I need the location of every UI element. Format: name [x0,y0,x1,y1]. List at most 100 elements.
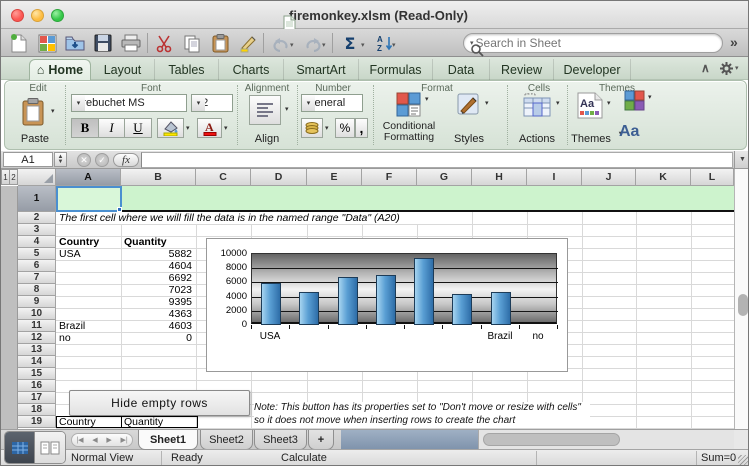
column-header-L[interactable]: L [691,169,734,186]
sheet-tab-sheet1[interactable]: Sheet1 [138,430,198,450]
autosum-icon[interactable]: Σ [338,32,362,54]
search-field[interactable]: ▾ [463,33,723,53]
new-icon[interactable] [7,32,31,54]
font-name-select[interactable]: Trebuchet MS▾ [71,94,187,112]
normal-view-button[interactable] [5,432,35,463]
resize-grip[interactable] [738,455,748,465]
row-header-19[interactable]: 19 [18,416,56,428]
vertical-scrollbar-thumb[interactable] [738,294,748,316]
active-cell-a1[interactable] [56,186,122,212]
theme-colors-dropdown-arrow[interactable]: ▾ [648,93,652,101]
column-header-E[interactable]: E [307,169,362,186]
themes-dropdown-arrow[interactable]: ▾ [607,99,611,107]
theme-colors-icon[interactable] [623,89,645,111]
row-header-13[interactable]: 13 [18,344,56,356]
cut-icon[interactable] [152,32,176,54]
paste-dropdown-arrow[interactable]: ▾ [51,107,55,115]
search-input[interactable] [474,35,684,51]
open-icon[interactable] [63,32,87,54]
hide-empty-rows-button[interactable]: Hide empty rows [69,390,250,416]
column-header-C[interactable]: C [196,169,251,186]
outline-level-2-button[interactable]: 2 [9,169,18,185]
worksheet-grid[interactable]: Hide empty rows Note: This button has it… [1,169,749,429]
row-header-18[interactable]: 18 [18,404,56,416]
column-header-K[interactable]: K [636,169,691,186]
cell-B19[interactable]: Quantity [124,416,192,428]
cell-B11[interactable]: 4603 [124,320,192,332]
column-header-F[interactable]: F [362,169,417,186]
ribbon-options-gear-icon[interactable]: ▾ [719,60,743,76]
select-all-corner[interactable] [18,169,56,186]
cell-B8[interactable]: 7023 [124,284,192,296]
column-header-J[interactable]: J [582,169,636,186]
styles-button[interactable] [455,91,483,119]
column-header-B[interactable]: B [121,169,196,186]
save-icon[interactable] [91,32,115,54]
page-layout-view-button[interactable] [35,432,65,463]
sheet-tab-sheet2[interactable]: Sheet2 [200,430,253,450]
column-header-I[interactable]: I [527,169,582,186]
sheet-tab-sheet3[interactable]: Sheet3 [254,430,307,450]
cell-B6[interactable]: 4604 [124,260,192,272]
ribbon-tab-review[interactable]: Review [490,59,554,80]
autosum-dropdown-arrow[interactable]: ▾ [361,41,365,49]
sort-dropdown-arrow[interactable]: ▾ [392,41,396,49]
actions-dropdown-arrow[interactable]: ▾ [556,99,560,107]
cell-B5[interactable]: 5882 [124,248,192,260]
horizontal-scrollbar[interactable] [478,430,734,450]
row-header-3[interactable]: 3 [18,224,56,236]
formula-bar-expand-icon[interactable]: ▼ [734,151,749,169]
row-header-16[interactable]: 16 [18,380,56,392]
copy-icon[interactable] [180,32,204,54]
horizontal-scrollbar-thumb[interactable] [483,433,620,446]
theme-fonts-button[interactable]: Aa▾ [619,123,623,141]
column-header-G[interactable]: G [417,169,472,186]
more-toolbar-items-icon[interactable]: » [730,34,738,50]
vertical-scrollbar[interactable] [734,169,749,429]
fill-color-dropdown-arrow[interactable]: ▾ [186,124,190,132]
cancel-entry-icon[interactable]: ✕ [77,153,91,167]
cell-A5[interactable]: USA [59,248,117,260]
embedded-bar-chart[interactable]: 0200040006000800010000USABrazilno [206,238,568,372]
row-header-8[interactable]: 8 [18,284,56,296]
italic-button[interactable]: I [98,118,125,138]
cell-A11[interactable]: Brazil [59,320,117,332]
cell-B12[interactable]: 0 [124,332,192,344]
ribbon-tab-tables[interactable]: Tables [155,59,219,80]
align-button[interactable] [249,95,281,125]
underline-button[interactable]: U [124,118,152,138]
row-header-11[interactable]: 11 [18,320,56,332]
ribbon-tab-layout[interactable]: Layout [91,59,155,80]
formula-input[interactable] [141,152,733,168]
print-icon[interactable] [119,32,143,54]
styles-dropdown-arrow[interactable]: ▾ [485,99,489,107]
format-painter-icon[interactable] [236,32,260,54]
fill-color-button[interactable] [157,118,184,138]
open-template-icon[interactable] [35,32,59,54]
ribbon-tab-data[interactable]: Data [433,59,490,80]
column-header-H[interactable]: H [472,169,527,186]
row-header-5[interactable]: 5 [18,248,56,260]
currency-dropdown-arrow[interactable]: ▾ [325,124,329,132]
ribbon-tab-charts[interactable]: Charts [219,59,284,80]
number-format-select[interactable]: General▾ [301,94,363,112]
cell-B4[interactable]: Quantity [124,236,192,248]
ribbon-collapse-icon[interactable]: ∧ [701,61,710,75]
cell-B10[interactable]: 4363 [124,308,192,320]
undo-dropdown-arrow[interactable]: ▾ [290,41,294,49]
row-header-15[interactable]: 15 [18,368,56,380]
row-header-14[interactable]: 14 [18,356,56,368]
fill-handle[interactable] [117,207,122,212]
font-color-button[interactable]: A [197,118,222,138]
themes-button[interactable]: Aa [575,91,605,119]
ribbon-tab-home[interactable]: ⌂Home [29,59,91,80]
name-box[interactable]: A1 [3,152,53,167]
cell-A4[interactable]: Country [59,236,117,248]
conditional-formatting-dropdown-arrow[interactable]: ▾ [425,95,429,103]
ribbon-tab-formulas[interactable]: Formulas [359,59,433,80]
cell-A12[interactable]: no [59,332,117,344]
row-header-12[interactable]: 12 [18,332,56,344]
redo-dropdown-arrow[interactable]: ▾ [322,41,326,49]
name-box-stepper[interactable]: ▲▼ [54,152,67,167]
cell-A19[interactable]: Country [59,416,117,428]
